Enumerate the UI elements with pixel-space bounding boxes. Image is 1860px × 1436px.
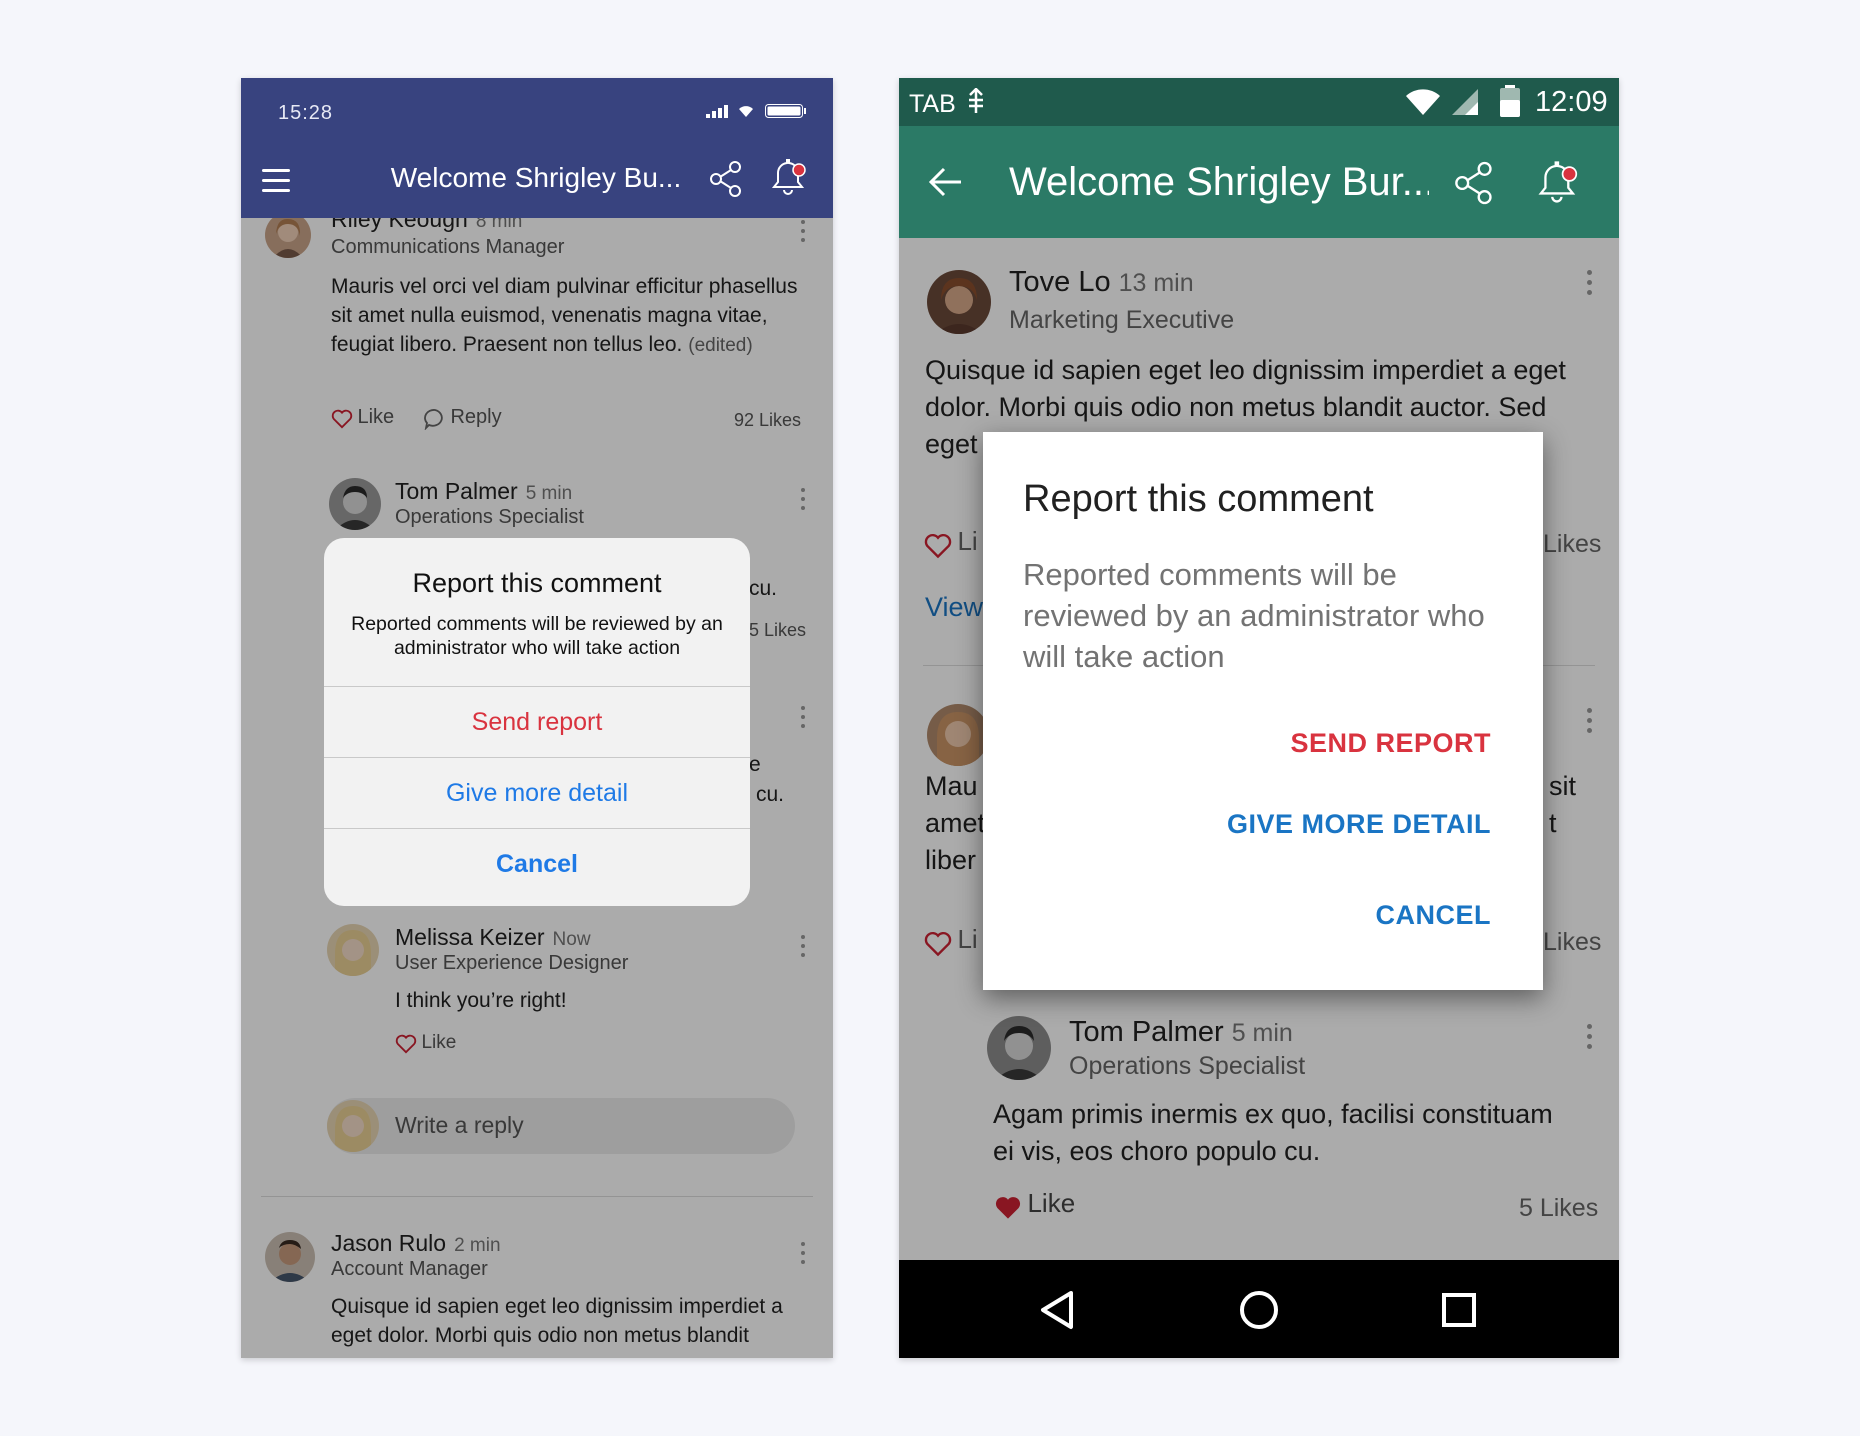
status-time: 12:09 <box>1535 86 1608 118</box>
nav-bar: Welcome Shrigley Bu... <box>241 140 833 218</box>
share-icon[interactable] <box>1454 160 1494 206</box>
notification-bell-icon[interactable] <box>1535 158 1581 206</box>
wifi-icon <box>1406 89 1440 115</box>
status-bar: TAB 12:09 <box>899 78 1619 126</box>
page-title: Welcome Shrigley Bur... <box>1009 160 1429 204</box>
alert-message: Reported comments will be reviewed by an… <box>351 613 723 659</box>
android-screen: Tove Lo 13 min Marketing Executive Quisqu… <box>899 78 1619 1358</box>
back-triangle-icon[interactable] <box>1039 1290 1075 1330</box>
report-alert: Report this comment Reported comments wi… <box>324 538 750 906</box>
share-icon[interactable] <box>709 160 743 198</box>
notification-bell-icon[interactable] <box>769 156 809 198</box>
home-circle-icon[interactable] <box>1239 1290 1279 1330</box>
ethernet-icon <box>969 88 983 113</box>
send-report-button[interactable]: Send report <box>324 686 750 756</box>
send-report-button[interactable]: SEND REPORT <box>1290 728 1491 759</box>
battery-icon <box>765 104 806 118</box>
menu-icon[interactable] <box>262 169 290 199</box>
signal-icon <box>1452 89 1478 115</box>
status-carrier: TAB <box>909 90 956 118</box>
give-more-detail-button[interactable]: Give more detail <box>324 757 750 827</box>
give-more-detail-button[interactable]: GIVE MORE DETAIL <box>1227 809 1491 840</box>
page-title: Welcome Shrigley Bu... <box>390 162 682 193</box>
dialog-message: Reported comments will be reviewed by an… <box>1023 557 1485 674</box>
wifi-icon <box>739 106 753 117</box>
recents-square-icon[interactable] <box>1441 1292 1477 1328</box>
system-navigation-bar <box>899 1260 1619 1358</box>
dialog-title: Report this comment <box>1023 478 1374 520</box>
app-bar: Welcome Shrigley Bur... <box>899 126 1619 238</box>
status-time: 15:28 <box>278 102 334 124</box>
report-dialog: Report this comment Reported comments wi… <box>983 432 1543 990</box>
cancel-button[interactable]: Cancel <box>324 828 750 898</box>
battery-icon <box>1500 85 1520 117</box>
cancel-button[interactable]: CANCEL <box>1376 900 1492 931</box>
signal-icon <box>706 105 728 118</box>
alert-title: Report this comment <box>412 568 662 598</box>
status-bar: 15:28 <box>241 78 833 140</box>
back-arrow-icon[interactable] <box>929 166 963 198</box>
ios-screen: Riley Keough 8 min Communications Manager… <box>241 78 833 1358</box>
